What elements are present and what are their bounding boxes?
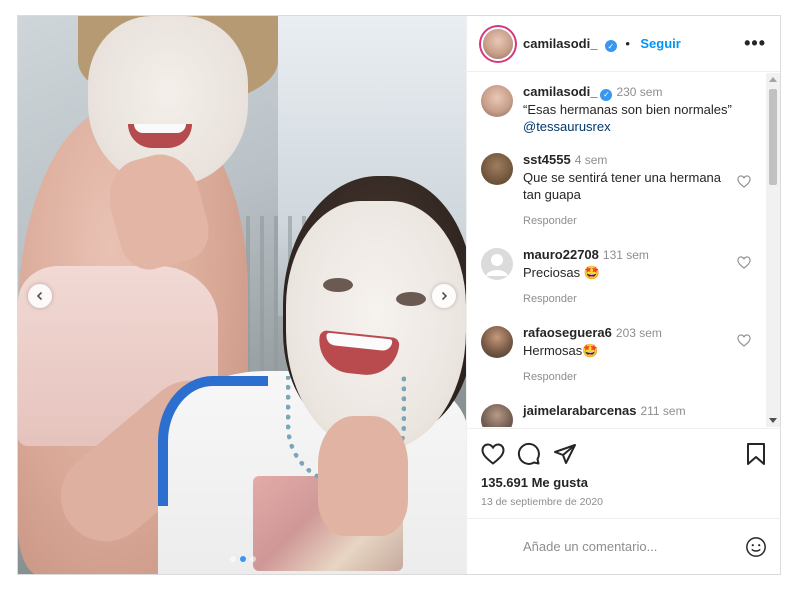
- post-photo[interactable]: [18, 16, 466, 574]
- carousel-prev-button[interactable]: [28, 284, 52, 308]
- default-avatar-icon: [486, 254, 508, 276]
- like-count[interactable]: 135.691 Me gusta: [481, 475, 767, 490]
- post-side-panel: camilasodi_ ✓ • Seguir ••• camilasodi_ ✓ 2…: [466, 16, 781, 574]
- scroll-up-arrow[interactable]: [769, 77, 777, 82]
- more-icon[interactable]: •••: [744, 33, 766, 54]
- comment-username[interactable]: rafaoseguera6: [523, 325, 612, 340]
- emoji-icon[interactable]: [745, 536, 767, 558]
- commenter-avatar[interactable]: [481, 248, 513, 280]
- verified-icon: ✓: [604, 40, 617, 52]
- reply-button[interactable]: Responder: [523, 369, 751, 386]
- scroll-down-arrow[interactable]: [769, 418, 777, 423]
- carousel-dot-active: [240, 556, 246, 562]
- caption: camilasodi_ ✓ 230 sem “Esas hermanas son b…: [467, 83, 765, 135]
- comment-time[interactable]: 211 sem: [640, 404, 685, 418]
- comment-item: rafaoseguera6 203 sem Hermosas🤩 Responder: [467, 324, 765, 386]
- scrollbar-thumb[interactable]: [769, 89, 777, 185]
- post-modal: camilasodi_ ✓ • Seguir ••• camilasodi_ ✓ 2…: [17, 15, 781, 575]
- post-header: camilasodi_ ✓ • Seguir •••: [467, 16, 780, 72]
- comment-username[interactable]: jaimelarabarcenas: [523, 403, 636, 418]
- comments-scrollbar[interactable]: [766, 73, 780, 427]
- post-actions: 135.691 Me gusta 13 de septiembre de 202…: [467, 428, 781, 508]
- heart-icon[interactable]: [737, 256, 751, 269]
- comment-time[interactable]: 203 sem: [616, 326, 662, 340]
- share-icon[interactable]: [553, 442, 577, 466]
- comment-text: Hermosas🤩: [523, 343, 599, 358]
- comment-item: jaimelarabarcenas 211 sem: [467, 402, 765, 427]
- author-avatar[interactable]: [483, 28, 513, 59]
- heart-icon[interactable]: [737, 175, 751, 188]
- comment-username[interactable]: mauro22708: [523, 247, 599, 262]
- commenter-avatar[interactable]: [481, 326, 513, 358]
- carousel-indicator: [230, 556, 256, 562]
- author-username[interactable]: camilasodi_: [523, 36, 597, 51]
- carousel-dot: [230, 556, 236, 562]
- comment-time[interactable]: 4 sem: [575, 153, 608, 167]
- reply-button[interactable]: Responder: [523, 213, 751, 230]
- add-comment-bar: [467, 518, 781, 574]
- comment-username[interactable]: sst4555: [523, 152, 571, 167]
- caption-text: “Esas hermanas son bien normales”: [523, 102, 732, 117]
- author-avatar[interactable]: [481, 85, 513, 117]
- post-date[interactable]: 13 de septiembre de 2020: [481, 496, 767, 508]
- heart-icon[interactable]: [737, 334, 751, 347]
- comment-input[interactable]: [523, 539, 745, 554]
- chevron-left-icon: [36, 291, 43, 301]
- comment-item: mauro22708 131 sem Preciosas 🤩 Responder: [467, 246, 765, 308]
- caption-username[interactable]: camilasodi_: [523, 84, 597, 99]
- comment-text: Que se sentirá tener una hermana tan gua…: [523, 170, 722, 202]
- heart-icon[interactable]: [481, 443, 505, 465]
- comment-text: Preciosas 🤩: [523, 265, 600, 280]
- follow-button[interactable]: Seguir: [640, 36, 680, 51]
- comment-time[interactable]: 131 sem: [603, 248, 649, 262]
- caption-mention[interactable]: @tessaurusrex: [523, 118, 751, 135]
- bookmark-icon[interactable]: [745, 442, 767, 466]
- commenter-avatar[interactable]: [481, 404, 513, 427]
- verified-icon: ✓: [600, 88, 613, 101]
- carousel-next-button[interactable]: [432, 284, 456, 308]
- commenter-avatar[interactable]: [481, 153, 513, 185]
- carousel-dot: [250, 556, 256, 562]
- reply-button[interactable]: Responder: [523, 291, 751, 308]
- comment-item: sst4555 4 sem Que se sentirá tener una he…: [467, 151, 765, 230]
- chevron-right-icon: [441, 291, 448, 301]
- caption-time[interactable]: 230 sem: [616, 85, 662, 99]
- comments-list[interactable]: camilasodi_ ✓ 230 sem “Esas hermanas son b…: [467, 73, 765, 427]
- comment-icon[interactable]: [517, 442, 541, 466]
